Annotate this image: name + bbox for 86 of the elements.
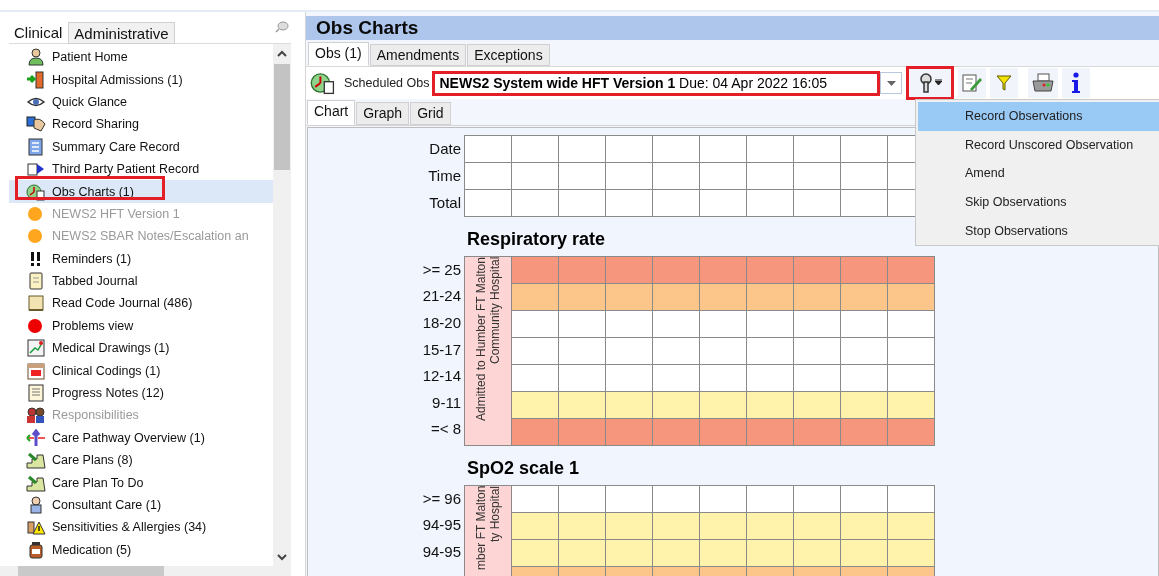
print-button[interactable] (1028, 68, 1059, 98)
scrollbar-thumb[interactable] (274, 64, 290, 170)
row-label: 94-95 (422, 515, 461, 536)
sidebar-item[interactable]: Patient Home (9, 46, 273, 69)
row-label: Total (429, 193, 461, 213)
stairs-icon (26, 451, 46, 470)
pencil-note-icon (961, 73, 984, 93)
wrench-icon (919, 73, 935, 93)
filter-button[interactable] (990, 68, 1019, 98)
row-label: 9-11 (432, 392, 461, 413)
tools-button[interactable] (906, 66, 955, 100)
sidebar-item[interactable]: Read Code Journal (486) (9, 292, 273, 315)
tab[interactable]: Obs (1) (308, 42, 369, 66)
sidebar-item[interactable]: Record Sharing (9, 113, 273, 136)
arrows-icon (26, 428, 46, 447)
sidebar-item[interactable]: Sensitivities & Allergies (34) (9, 516, 273, 539)
menu-item[interactable]: Record Unscored Observation (916, 130, 1159, 160)
band-label: mber FT Malton ty Hospital (473, 486, 503, 573)
sidebar-item[interactable]: Care Plans (8) (9, 449, 273, 472)
row-label: 94-95 (422, 542, 461, 562)
tab[interactable]: Grid (410, 102, 451, 125)
scroll-down-icon[interactable] (277, 553, 287, 561)
caret-icon (935, 79, 942, 87)
sidebar-item[interactable]: Hospital Admissions (1) (9, 68, 273, 91)
row-label: >= 25 (422, 259, 461, 280)
document-arrow-icon (26, 160, 46, 179)
people-icon (26, 406, 46, 425)
row-label: Date (429, 139, 461, 159)
tab[interactable]: Exceptions (467, 44, 550, 66)
sidebar-item[interactable]: Reminders (1) (9, 247, 273, 270)
row-label: 15-17 (422, 339, 461, 360)
row-label: 21-24 (422, 286, 461, 307)
sidebar-item[interactable]: Quick Glance (9, 90, 273, 114)
tab[interactable]: Amendments (369, 44, 467, 66)
printer-icon (1031, 73, 1056, 93)
sidebar-item[interactable]: Tabbed Journal (9, 269, 273, 293)
info-button[interactable] (1062, 68, 1091, 98)
row-label: 12-14 (422, 366, 461, 387)
scroll-up-icon[interactable] (277, 49, 287, 57)
row-label: 18-20 (422, 313, 461, 333)
sidebar-item[interactable]: Care Plan To Do (9, 471, 273, 494)
notebook-icon (26, 272, 46, 291)
funnel-icon (996, 74, 1013, 92)
row-label: Time (428, 166, 461, 186)
menu-item[interactable]: Stop Observations (916, 216, 1159, 245)
sidebar-item[interactable]: Progress Notes (12) (9, 381, 273, 405)
field-label: Scheduled Obs (344, 76, 430, 90)
stairs-icon (26, 473, 46, 492)
row-label: =< 8 (430, 419, 461, 440)
menu-item[interactable]: Record Observations (918, 102, 1159, 131)
sidebar-item[interactable]: Medical Drawings (1) (9, 337, 273, 360)
sidebar-tab[interactable]: Administrative (68, 22, 175, 44)
scrollbar-thumb[interactable] (18, 566, 164, 576)
door-icon (26, 70, 46, 89)
horizontal-scrollbar[interactable] (0, 566, 291, 576)
info-icon (1071, 72, 1082, 94)
sidebar-item[interactable]: Care Pathway Overview (1) (9, 426, 273, 450)
dropdown-arrow-icon[interactable] (887, 80, 896, 86)
document-icon (26, 137, 46, 156)
calendar-icon (26, 361, 46, 380)
notes-icon (26, 384, 46, 403)
clock-chart-icon[interactable] (310, 71, 336, 95)
sidebar-item[interactable]: Third Party Patient Record (9, 157, 273, 181)
band-label: Admitted to Humber FT Malton Community Hospital (473, 257, 503, 423)
tab[interactable]: Graph (356, 102, 410, 125)
person-icon (26, 48, 46, 67)
menu-item[interactable]: Skip Observations (916, 187, 1159, 217)
panel-title: Obs Charts (306, 16, 1159, 40)
bottle-icon (26, 540, 46, 559)
section-title: Respiratory rate (467, 229, 606, 250)
sidebar-item[interactable]: Consultant Care (1) (9, 493, 273, 517)
sidebar-item[interactable]: Clinical Codings (1) (9, 359, 273, 382)
section-title: SpO2 scale 1 (467, 458, 580, 479)
sidebar-item[interactable]: Medication (5) (9, 538, 273, 561)
drawing-icon (26, 339, 46, 358)
sidebar-item[interactable]: Summary Care Record (9, 135, 273, 158)
vertical-scrollbar[interactable] (273, 44, 291, 566)
menu-item[interactable]: Amend (916, 159, 1159, 188)
sidebar-item[interactable]: Problems view (9, 314, 273, 338)
row-label: >= 96 (422, 488, 461, 509)
hand-icon (26, 115, 46, 134)
clock-chart-icon (26, 182, 46, 201)
tab[interactable]: Chart (307, 100, 356, 125)
warning-icon (26, 518, 46, 537)
schedule-dropdown[interactable]: NEWS2 System wide HFT Version 1 Due: 04 Apr 2022 16:05 (432, 70, 881, 96)
edit-button[interactable] (958, 68, 987, 98)
